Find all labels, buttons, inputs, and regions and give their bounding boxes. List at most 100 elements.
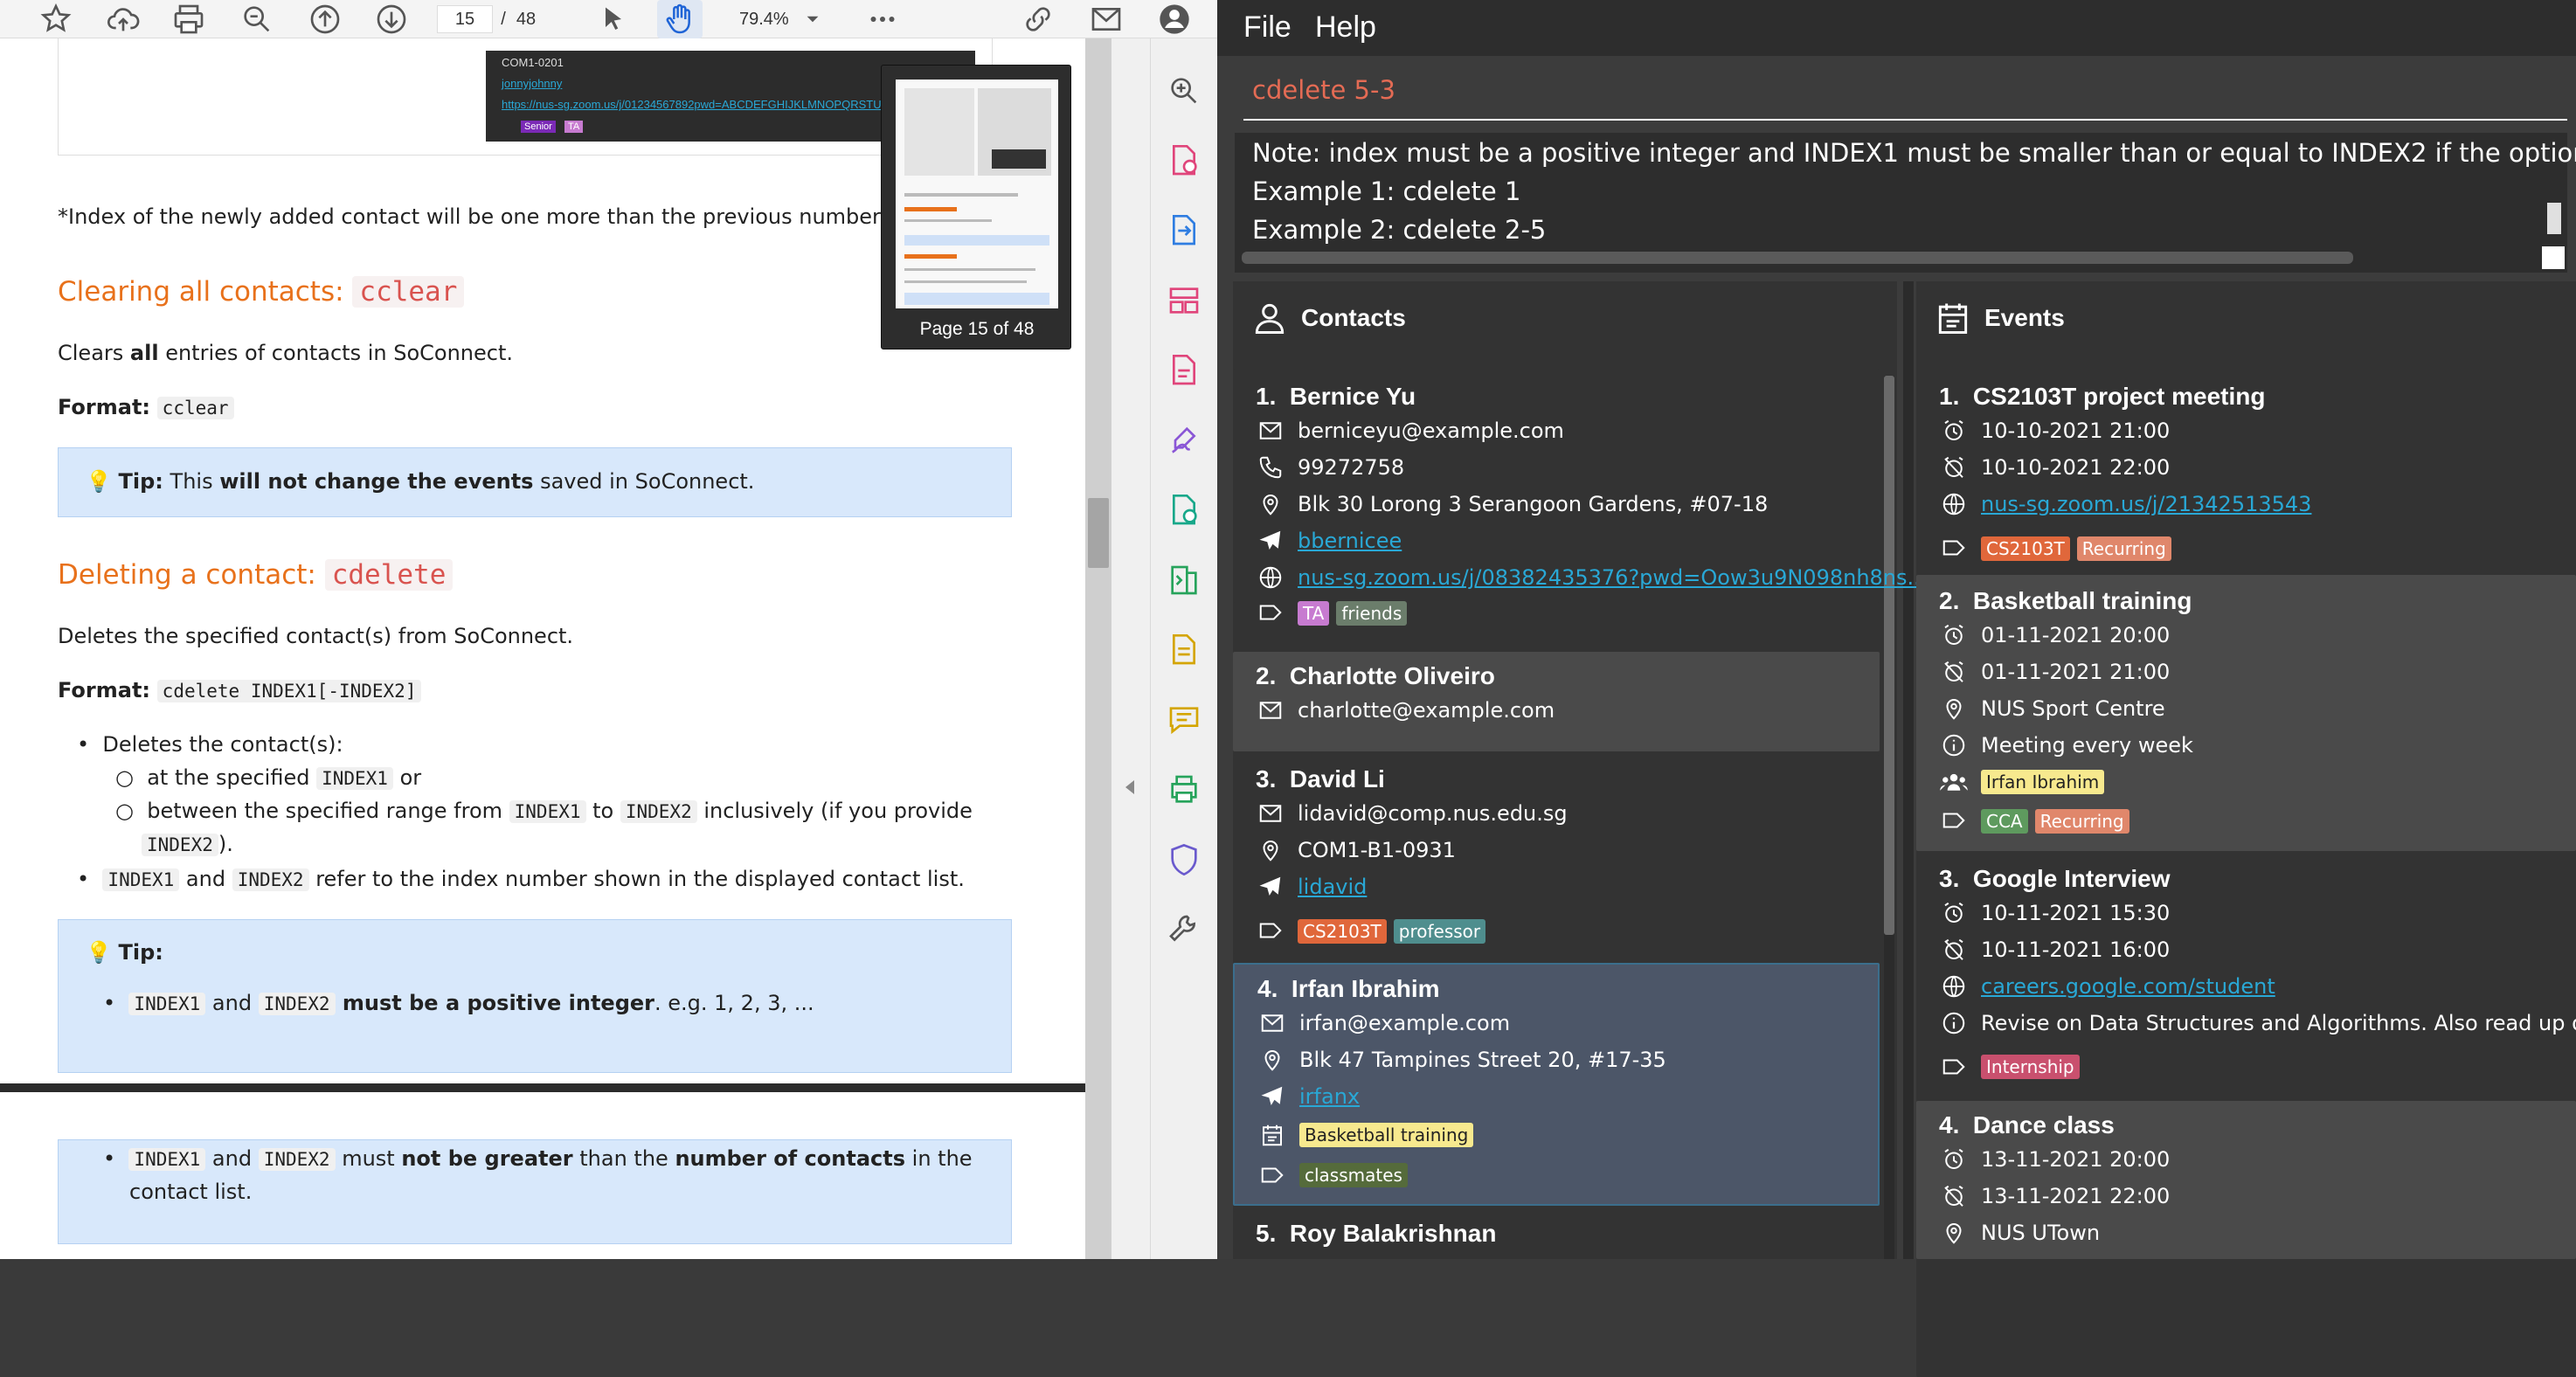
telegram-link[interactable]: irfanx bbox=[1299, 1084, 1360, 1109]
contact-tags-row: TA friends bbox=[1256, 598, 1414, 627]
email-icon bbox=[1256, 695, 1285, 725]
zoom-link[interactable]: nus-sg.zoom.us/j/08382435376?pwd=Oow3u9N… bbox=[1298, 565, 1927, 590]
menu-help[interactable]: Help bbox=[1315, 10, 1376, 45]
account-icon[interactable] bbox=[1152, 0, 1197, 38]
zoom-link[interactable]: careers.google.com/student bbox=[1981, 974, 2275, 999]
fill-sign-icon[interactable] bbox=[1165, 421, 1203, 460]
email-icon[interactable] bbox=[1084, 0, 1129, 38]
page-separator-bar bbox=[0, 1083, 1085, 1092]
result-hscroll-thumb[interactable] bbox=[1242, 252, 2353, 264]
telegram-icon bbox=[1256, 526, 1285, 556]
contact-name: 2. Charlotte Oliveiro bbox=[1256, 662, 1495, 689]
print-production-icon[interactable] bbox=[1165, 771, 1203, 809]
result-vscroll-thumb[interactable] bbox=[2547, 203, 2561, 234]
edit-pdf-icon[interactable] bbox=[1165, 351, 1203, 390]
pdf-scroll-thumb[interactable] bbox=[1088, 498, 1109, 568]
location-pin-icon bbox=[1939, 694, 1969, 723]
contact-telegram-row: bbernicee bbox=[1256, 526, 1402, 556]
event-card[interactable]: 1. CS2103T project meeting 10-10-2021 21… bbox=[1916, 369, 2576, 571]
scroll-corner bbox=[2542, 246, 2565, 269]
telegram-link[interactable]: bbernicee bbox=[1298, 529, 1402, 553]
tag: classmates bbox=[1299, 1163, 1408, 1187]
globe-icon bbox=[1939, 489, 1969, 519]
more-tools-wrench-icon[interactable] bbox=[1165, 910, 1203, 949]
events-panel: Events 1. CS2103T project meeting 10-10-… bbox=[1916, 281, 2576, 1377]
export-pdf-icon[interactable] bbox=[1165, 211, 1203, 250]
clear-format: Format: cclear bbox=[58, 395, 234, 419]
zoom-link[interactable]: nus-sg.zoom.us/j/21342513543 bbox=[1981, 492, 2311, 516]
event-start-row: 13-11-2021 20:00 bbox=[1939, 1145, 2170, 1174]
print-icon[interactable] bbox=[166, 0, 211, 38]
previous-page-icon[interactable] bbox=[302, 0, 348, 38]
create-pdf-icon[interactable] bbox=[1165, 142, 1203, 180]
command-input[interactable]: cdelete 5-3 bbox=[1252, 75, 1395, 105]
panel-divider[interactable] bbox=[1903, 281, 1914, 1259]
tag: CCA bbox=[1981, 808, 2028, 834]
contact-name: 3. David Li bbox=[1256, 765, 1385, 792]
index-note: *Index of the newly added contact will b… bbox=[58, 204, 939, 229]
command-box[interactable] bbox=[1243, 70, 2567, 121]
collapse-arrow-icon[interactable] bbox=[1122, 778, 1139, 797]
contact-address-row: Blk 30 Lorong 3 Serangoon Gardens, #07-1… bbox=[1256, 489, 1768, 519]
contact-phone-row: 99272758 bbox=[1256, 453, 1404, 482]
tag: Internship bbox=[1981, 1055, 2080, 1079]
more-tools-icon[interactable] bbox=[860, 0, 905, 38]
bullet-item: • Deletes the contact(s): bbox=[77, 732, 343, 757]
tip-bullet: • INDEX1 and INDEX2 must not be greater … bbox=[103, 1146, 973, 1171]
event-start-row: 10-11-2021 15:30 bbox=[1939, 898, 2170, 928]
event-description-row: Revise on Data Structures and Algorithms… bbox=[1939, 1008, 2576, 1038]
person-icon bbox=[1250, 299, 1289, 337]
cloud-upload-icon[interactable] bbox=[100, 0, 146, 38]
contacts-scroll-thumb[interactable] bbox=[1884, 376, 1894, 935]
contact-card-selected[interactable]: 4. Irfan Ibrahim irfan@example.com Blk 4… bbox=[1233, 963, 1880, 1206]
tip-bullet-continuation: contact list. bbox=[129, 1180, 253, 1204]
contact-card[interactable]: 5. Roy Balakrishnan bbox=[1233, 1211, 1880, 1259]
search-icon[interactable] bbox=[234, 0, 280, 38]
compare-files-icon[interactable] bbox=[1165, 561, 1203, 599]
telegram-link[interactable]: lidavid bbox=[1298, 875, 1367, 899]
telegram-icon bbox=[1257, 1082, 1287, 1111]
contact-address-row: COM1-B1-0931 bbox=[1256, 835, 1456, 865]
pane-collapse-strip[interactable] bbox=[1111, 38, 1150, 1259]
hand-tool-icon[interactable] bbox=[657, 0, 703, 38]
event-contacts-row: Irfan Ibrahim bbox=[1939, 767, 2111, 797]
organize-pages-icon[interactable] bbox=[1165, 281, 1203, 320]
event-address-row: NUS UTown bbox=[1939, 1218, 2100, 1248]
protect-shield-icon[interactable] bbox=[1165, 841, 1203, 879]
contact-card[interactable]: 3. David Li lidavid@comp.nus.edu.sg COM1… bbox=[1233, 755, 1880, 954]
event-card[interactable]: 2. Basketball training 01-11-2021 20:00 … bbox=[1916, 575, 2576, 851]
comment-icon[interactable] bbox=[1165, 701, 1203, 739]
globe-icon bbox=[1939, 972, 1969, 1001]
event-card[interactable]: 4. Dance class 13-11-2021 20:00 13-11-20… bbox=[1916, 1101, 2576, 1259]
menu-file[interactable]: File bbox=[1243, 10, 1291, 45]
contact-name: 4. Irfan Ibrahim bbox=[1257, 975, 1440, 1002]
clear-description: Clears all entries of contacts in SoConn… bbox=[58, 341, 514, 365]
card-address: COM1-0201 bbox=[502, 56, 564, 69]
event-description-row: Meeting every week bbox=[1939, 730, 2193, 760]
contact-card[interactable]: 1. Bernice Yu berniceyu@example.com 9927… bbox=[1233, 369, 1927, 603]
contact-name: 1. Bernice Yu bbox=[1256, 383, 1416, 410]
soconnect-window: File Help cdelete 5-3 Note: index must b… bbox=[1217, 0, 2576, 1377]
page-number-input[interactable]: 15 bbox=[437, 5, 493, 33]
contact-card[interactable]: 2. Charlotte Oliveiro charlotte@example.… bbox=[1233, 652, 1880, 751]
zoom-tool-icon[interactable] bbox=[1165, 72, 1203, 110]
prepare-form-icon[interactable] bbox=[1165, 631, 1203, 669]
contact-email-row: lidavid@comp.nus.edu.sg bbox=[1256, 799, 1568, 828]
share-link-icon[interactable] bbox=[1015, 0, 1061, 38]
event-zoom-row: nus-sg.zoom.us/j/21342513543 bbox=[1939, 489, 2311, 519]
delete-description: Deletes the specified contact(s) from So… bbox=[58, 624, 574, 648]
contact-event-row: Basketball training bbox=[1257, 1120, 1480, 1150]
tag: Recurring bbox=[2034, 808, 2129, 834]
send-for-signature-icon[interactable] bbox=[1165, 491, 1203, 529]
bookmark-star-icon[interactable] bbox=[33, 0, 79, 38]
linked-event-tag: Basketball training bbox=[1299, 1123, 1474, 1147]
next-page-icon[interactable] bbox=[369, 0, 414, 38]
tag: CS2103T bbox=[1981, 536, 2070, 561]
event-tags-row: CS2103T Recurring bbox=[1939, 533, 2178, 563]
zoom-dropdown-icon[interactable] bbox=[795, 0, 830, 38]
info-icon bbox=[1939, 730, 1969, 760]
event-end-row: 10-10-2021 22:00 bbox=[1939, 453, 2170, 482]
alarm-clock-icon bbox=[1939, 416, 1969, 446]
select-cursor-icon[interactable] bbox=[591, 0, 636, 38]
pdf-scrollbar[interactable] bbox=[1085, 38, 1111, 1259]
